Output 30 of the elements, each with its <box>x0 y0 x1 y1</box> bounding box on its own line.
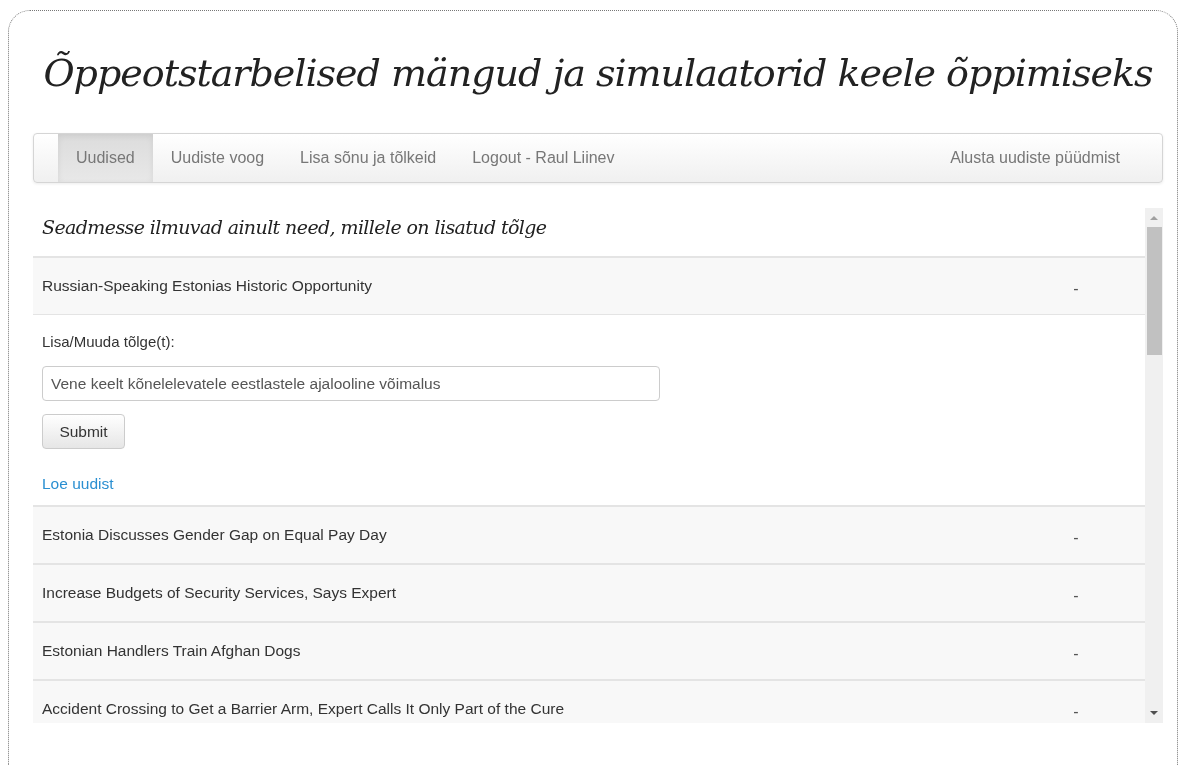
scrollbar[interactable] <box>1145 208 1163 723</box>
news-headline: Accident Crossing to Get a Barrier Arm, Expert Calls It Only Part of the Cure <box>42 700 566 718</box>
news-row[interactable]: Russian-Speaking Estonias Historic Opportunity - <box>33 256 1145 314</box>
news-headline: Russian-Speaking Estonias Historic Opportunity <box>42 277 373 295</box>
nav-tab[interactable]: Uudiste voog <box>152 134 283 182</box>
nav-tab[interactable]: Logout - Raul Liinev <box>454 134 633 182</box>
status-text: - <box>1072 280 1080 298</box>
read-news-link[interactable]: Loe uudist <box>42 475 114 493</box>
news-headline: Estonian Handlers Train Afghan Dogs <box>42 642 302 660</box>
submit-button[interactable]: Submit <box>42 414 125 449</box>
nav-tab[interactable]: Lisa sõnu ja tõlkeid <box>282 134 455 182</box>
status-text: - <box>1072 703 1080 721</box>
news-row[interactable]: Increase Budgets of Security Services, Says Expert - <box>33 563 1145 621</box>
status-text: - <box>1072 645 1080 663</box>
news-row[interactable]: Estonia Discusses Gender Gap on Equal Pay Day - <box>33 505 1145 563</box>
scrollbar-thumb[interactable] <box>1146 227 1162 355</box>
nav-tab[interactable]: Uudised <box>58 134 153 182</box>
notice-text: Seadmesse ilmuvad ainult need, millele on lisatud tõlge <box>41 215 547 240</box>
news-headline: Increase Budgets of Security Services, Says Expert <box>42 584 398 602</box>
translation-input[interactable]: Vene keelt kõnelelevatele eestlastele ajalooline võimalus <box>42 366 660 401</box>
status-text: - <box>1072 587 1080 605</box>
news-row[interactable]: Estonian Handlers Train Afghan Dogs - <box>33 621 1145 679</box>
field-label: Lisa/Muuda tõlge(t): <box>42 333 176 350</box>
status-text: - <box>1072 529 1080 547</box>
scroll-up-icon[interactable] <box>1149 213 1159 223</box>
nav-link[interactable]: Alusta uudiste püüdmist <box>932 134 1162 182</box>
news-row[interactable]: Accident Crossing to Get a Barrier Arm, Expert Calls It Only Part of the Cure - <box>33 679 1145 723</box>
news-headline: Estonia Discusses Gender Gap on Equal Pay Day <box>42 526 388 544</box>
scroll-down-icon[interactable] <box>1149 708 1159 718</box>
page-title: Õppeotstarbelised mängud ja simulaatorid keele õppimiseks <box>42 51 1154 97</box>
